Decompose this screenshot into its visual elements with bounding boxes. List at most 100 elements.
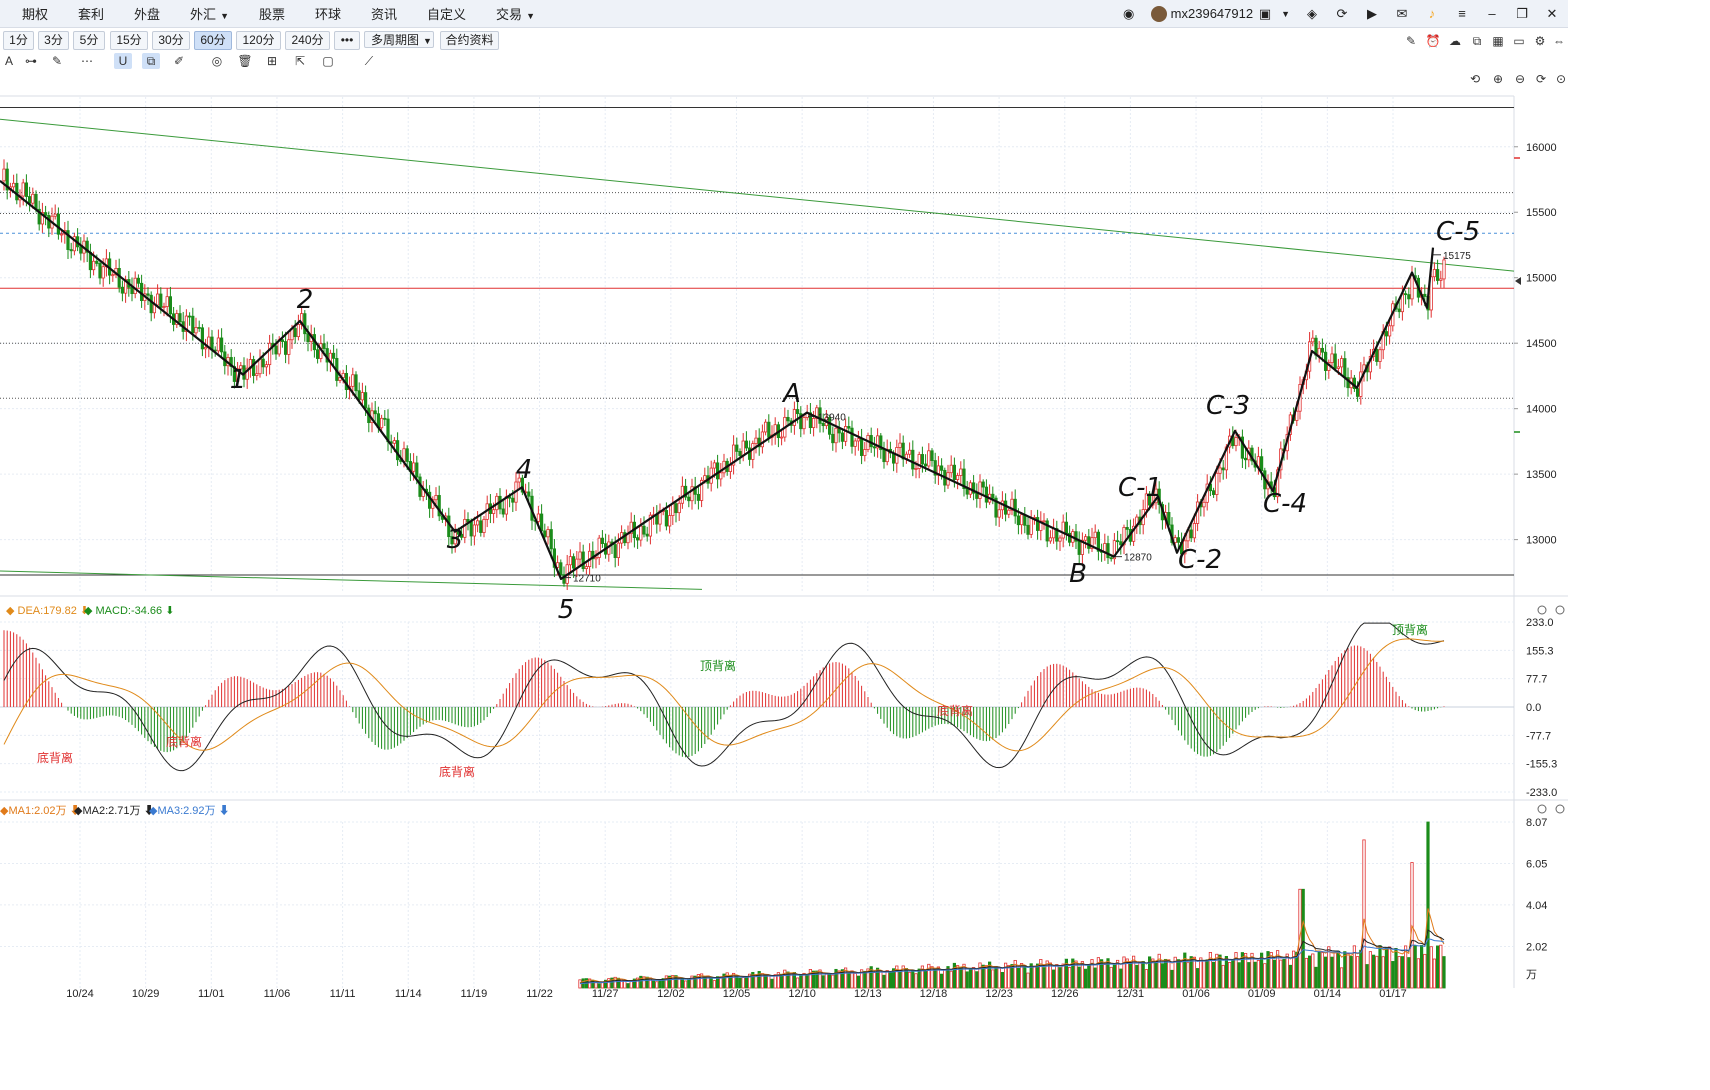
candle-body — [908, 449, 912, 455]
zoom-in-icon[interactable]: ⊕ — [1490, 71, 1506, 87]
chart-canvas[interactable]: 10/24 10/29 11/01 11/06 11/11 11/14 11/19 11/22… — [0, 0, 1568, 1000]
brush-icon[interactable]: ✐ — [170, 53, 188, 69]
volume-bar — [1343, 951, 1347, 989]
more-tools-icon[interactable]: ⋯ — [78, 53, 96, 69]
candle-body — [1109, 557, 1113, 560]
period-5min[interactable]: 5分 — [73, 31, 105, 50]
period-60min[interactable]: 60分 — [194, 31, 232, 50]
ruler-icon[interactable]: ⟋ — [360, 53, 378, 69]
period-1min[interactable]: 1分 — [3, 31, 34, 50]
export-icon[interactable]: ⇱ — [291, 53, 309, 69]
panel-close-icon — [1555, 804, 1565, 814]
volume-bar — [744, 977, 749, 989]
copy-icon[interactable]: ⧉ — [1469, 33, 1485, 49]
trash-icon[interactable]: 🗑 — [236, 53, 254, 69]
magnet-icon[interactable]: U — [114, 53, 132, 69]
top-nav-bar: 期权 套利 外盘 外汇 ▼ 股票 环球 资讯 自定义 交易 ▼ ◉ mx239647… — [0, 0, 1568, 28]
nav-item-options[interactable]: 期权 — [22, 4, 48, 23]
nav-item-global[interactable]: 环球 — [315, 4, 341, 23]
nav-item-trade[interactable]: 交易 ▼ — [496, 4, 535, 23]
cloud-icon[interactable]: ☁ — [1447, 33, 1463, 49]
volume-bar — [824, 973, 829, 989]
layers-icon[interactable]: ◈ — [1304, 6, 1320, 22]
nav-item-custom[interactable]: 自定义 — [427, 4, 466, 23]
refresh-icon[interactable]: ⟳ — [1334, 6, 1350, 22]
candle-body — [44, 212, 48, 216]
volume-bar — [1365, 964, 1369, 989]
more-periods-button[interactable]: ••• — [334, 31, 360, 50]
mail-icon[interactable]: ✉ — [1394, 6, 1410, 22]
lock-drawing-icon[interactable]: ⧉ — [142, 53, 160, 69]
period-120min[interactable]: 120分 — [236, 31, 281, 50]
divergence-label: 顶背离 — [700, 658, 736, 673]
alarm-icon[interactable]: ⏰ — [1425, 33, 1441, 49]
period-30min[interactable]: 30分 — [152, 31, 190, 50]
candle-body — [568, 556, 573, 566]
target-icon[interactable]: ⊙ — [1553, 71, 1569, 87]
user-menu[interactable]: mx239647912 ▣ ▼ — [1150, 5, 1290, 22]
candle-body — [853, 440, 857, 447]
grid-icon[interactable]: ⊞ — [263, 53, 281, 69]
screen-icon[interactable]: ▭ — [1511, 33, 1527, 49]
username: mx239647912 — [1170, 6, 1254, 21]
candle-body — [559, 562, 563, 576]
line-tool-icon[interactable]: ⊶ — [22, 53, 40, 69]
eye-icon[interactable]: ◎ — [208, 53, 226, 69]
pen-tool-icon[interactable]: ✎ — [48, 53, 66, 69]
volume-bar — [1205, 959, 1209, 989]
bell-icon[interactable]: ♪ — [1424, 6, 1440, 21]
period-240min[interactable]: 240分 — [285, 31, 330, 50]
layout-icon[interactable]: ▦ — [1490, 33, 1506, 49]
candle-body — [677, 502, 681, 514]
candle-body — [924, 463, 928, 467]
candle-body — [1042, 520, 1046, 523]
undo-icon[interactable]: ⟲ — [1467, 71, 1483, 87]
expand-icon[interactable]: ⇔ — [1551, 33, 1567, 49]
close-icon[interactable]: ✕ — [1544, 6, 1560, 22]
pencil-icon[interactable]: ✎ — [1403, 33, 1419, 49]
candle-body — [283, 341, 288, 355]
robot-icon[interactable]: ◉ — [1121, 6, 1137, 22]
nav-item-foreign-market[interactable]: 外盘 — [134, 4, 160, 23]
contract-info-button[interactable]: 合约资料 — [440, 31, 499, 50]
text-tool-icon[interactable]: A — [0, 53, 18, 69]
candle-body — [869, 435, 873, 448]
comment-icon[interactable]: ▢ — [319, 53, 337, 69]
nav-item-news[interactable]: 资讯 — [371, 4, 397, 23]
candle-body — [540, 513, 544, 532]
restore-icon[interactable]: ❐ — [1514, 6, 1530, 22]
period-15min[interactable]: 15分 — [110, 31, 148, 50]
volume-bar — [616, 977, 621, 989]
candle-body — [719, 472, 723, 480]
wave-label: 3 — [447, 525, 464, 555]
wave-label: C-1 — [1118, 473, 1162, 503]
candle-body — [168, 296, 172, 315]
multi-period-dropdown[interactable]: 多周期图 ▼ — [364, 31, 434, 48]
volume-bar — [1279, 959, 1283, 989]
trend-line-upper — [0, 118, 1515, 272]
volume-bar — [933, 969, 937, 989]
candle-body — [952, 464, 957, 480]
minimize-icon[interactable]: – — [1484, 6, 1500, 21]
settings-icon[interactable]: ⚙ — [1532, 33, 1548, 49]
candle-body — [668, 515, 672, 527]
period-3min[interactable]: 3分 — [38, 31, 69, 50]
volume-bar — [828, 973, 832, 989]
nav-item-forex[interactable]: 外汇 ▼ — [190, 4, 229, 23]
zoom-out-icon[interactable]: ⊖ — [1512, 71, 1528, 87]
candle-body — [373, 410, 377, 415]
video-icon[interactable]: ▶ — [1364, 6, 1380, 22]
candle-body — [280, 339, 285, 342]
nav-item-arbitrage[interactable]: 套利 — [78, 4, 104, 23]
volume-bar — [1128, 962, 1132, 989]
candle-body — [949, 464, 953, 474]
candle-body — [501, 508, 505, 515]
volume-bar — [805, 974, 809, 989]
reset-zoom-icon[interactable]: ⟳ — [1533, 71, 1549, 87]
nav-item-stocks[interactable]: 股票 — [259, 4, 285, 23]
menu-icon[interactable]: ≡ — [1454, 6, 1470, 21]
candle-body — [354, 374, 358, 392]
volume-bar — [924, 970, 928, 989]
candle-body — [735, 444, 739, 452]
candle-body — [264, 364, 269, 368]
